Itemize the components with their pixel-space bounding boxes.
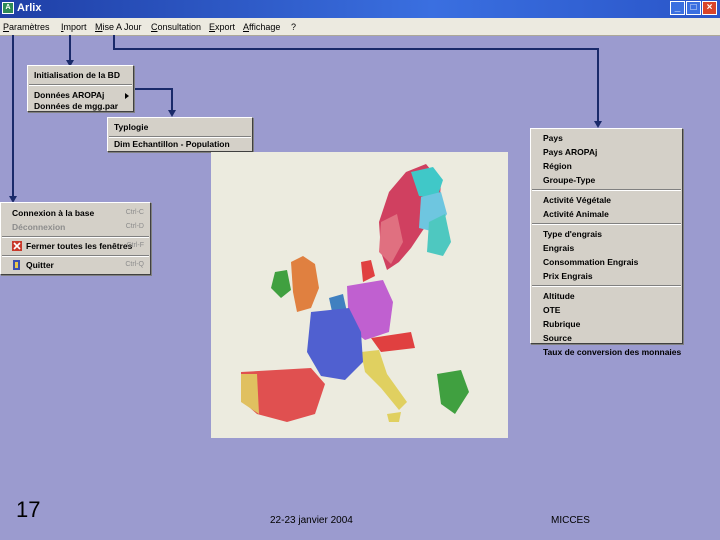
title-bar: A Arlix _ □ × [0,0,720,18]
menu-item-activite-animale[interactable]: Activité Animale [531,207,682,221]
menu-item-fermer[interactable]: Fermer toutes les fenêtres Ctrl-F [1,239,150,253]
menu-item-prix-engrais[interactable]: Prix Engrais [531,269,682,283]
connector-line [597,48,599,121]
connector-line [69,35,71,62]
menu-item-source[interactable]: Source [531,331,682,345]
menu-separator [532,285,681,287]
parametres-menu: Connexion à la base Ctrl-C Déconnexion C… [0,202,151,275]
menu-item-ote[interactable]: OTE [531,303,682,317]
europe-map [211,152,508,438]
menu-item-taux-conversion[interactable]: Taux de conversion des monnaies [531,345,682,359]
menu-item-engrais[interactable]: Engrais [531,241,682,255]
footer-brand: MICCES [551,515,590,526]
connector-line [12,35,14,198]
menu-item-quitter[interactable]: Quitter Ctrl-Q [1,258,150,272]
close-windows-icon [12,241,22,251]
menu-import[interactable]: Import [61,22,87,32]
menu-item-consommation-engrais[interactable]: Consommation Engrais [531,255,682,269]
app-icon: A [2,2,14,14]
menu-separator [29,84,132,86]
menu-bar: Paramètres Import Mise A Jour Consultati… [0,18,720,36]
close-button[interactable]: × [702,1,717,15]
menu-separator [2,236,149,238]
menu-affichage[interactable]: Affichage [243,22,280,32]
exit-door-icon [13,260,20,270]
maximize-button[interactable]: □ [686,1,701,15]
menu-item-activite-vegetale[interactable]: Activité Végétale [531,193,682,207]
menu-item-donnees-mgg[interactable]: Données de mgg.par [28,99,133,113]
slide-number: 17 [16,497,41,522]
menu-item-type-engrais[interactable]: Type d'engrais [531,227,682,241]
menu-consultation[interactable]: Consultation [151,22,201,32]
menu-mise-a-jour[interactable]: Mise A Jour [95,22,142,32]
menu-separator [532,223,681,225]
menu-export[interactable]: Export [209,22,235,32]
menu-separator [2,255,149,257]
window-title: Arlix [17,2,42,14]
import-menu: Initialisation de la BD Données AROPAj D… [27,65,134,112]
menu-item-altitude[interactable]: Altitude [531,289,682,303]
menu-item-connexion[interactable]: Connexion à la base Ctrl-C [1,206,150,220]
mise-a-jour-menu: Pays Pays AROPAj Région Groupe-Type Acti… [530,128,683,357]
menu-item-rubrique[interactable]: Rubrique [531,317,682,331]
menu-item-typlogie[interactable]: Typlogie [108,120,252,134]
menu-help[interactable]: ? [291,22,296,32]
aropaj-submenu: Typlogie Dim Echantillon - Population [107,117,253,152]
menu-item-groupe-type[interactable]: Groupe-Type [531,173,682,187]
menu-item-pays-aropaj[interactable]: Pays AROPAj [531,145,682,159]
connector-line [131,88,173,90]
minimize-button[interactable]: _ [670,1,685,15]
menu-separator [532,189,681,191]
footer-date: 22-23 janvier 2004 [270,515,353,526]
menu-item-pays[interactable]: Pays [531,131,682,145]
arrow-head-icon [594,121,602,128]
europe-regions-map-icon [241,164,469,422]
menu-item-dim-echantillon[interactable]: Dim Echantillon - Population [108,137,252,151]
menu-item-initialisation[interactable]: Initialisation de la BD [28,68,133,82]
connector-line [171,88,173,110]
menu-parametres[interactable]: Paramètres [3,22,50,32]
connector-line [113,48,599,50]
menu-item-region[interactable]: Région [531,159,682,173]
menu-item-deconnexion[interactable]: Déconnexion Ctrl-D [1,220,150,234]
arrow-head-icon [168,110,176,117]
